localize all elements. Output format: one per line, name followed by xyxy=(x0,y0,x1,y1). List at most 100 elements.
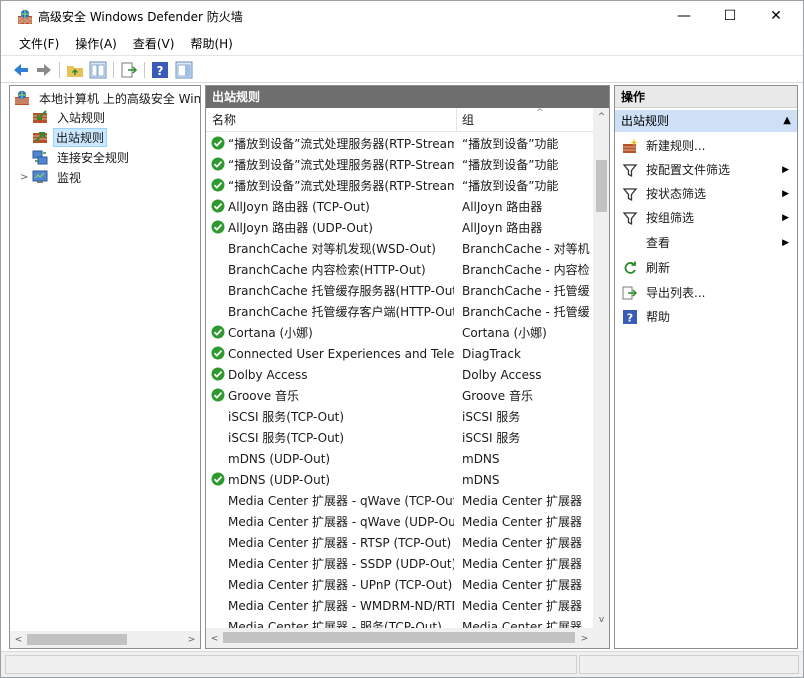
scroll-left-icon[interactable]: < xyxy=(206,630,223,647)
rule-name: Groove 音乐 xyxy=(228,389,299,403)
action-filter-by-profile[interactable]: 按配置文件筛选 ▶ xyxy=(615,158,797,182)
tree-item-connection-security-rules[interactable]: 连接安全规则 xyxy=(32,147,133,167)
rule-group: “播放到设备”功能 xyxy=(462,179,559,193)
rule-group: DiagTrack xyxy=(462,347,521,361)
table-row[interactable]: “播放到设备”流式处理服务器(RTP-Streaming-Out) “播放到设备”… xyxy=(206,155,593,176)
table-row[interactable]: Dolby Access Dolby Access xyxy=(206,365,593,386)
show-action-pane-icon[interactable] xyxy=(175,61,193,79)
table-row[interactable]: AllJoyn 路由器 (UDP-Out) AllJoyn 路由器 xyxy=(206,218,593,239)
show-hide-tree-icon[interactable] xyxy=(89,61,107,79)
status-segment xyxy=(5,655,577,674)
tree-item-label: 入站规则 xyxy=(57,110,106,125)
action-label: 按配置文件筛选 xyxy=(646,163,731,177)
rule-name: BranchCache 内容检索(HTTP-Out) xyxy=(228,263,426,277)
scroll-right-icon[interactable]: > xyxy=(183,631,200,648)
action-view[interactable]: 查看 ▶ xyxy=(615,231,797,255)
table-row[interactable]: “播放到设备”流式处理服务器(RTP-Streaming-Out) “播放到设备”… xyxy=(206,134,593,155)
rule-group: Dolby Access xyxy=(462,368,542,382)
help-icon[interactable]: ? xyxy=(151,61,169,79)
table-row[interactable]: Media Center 扩展器 - WMDRM-ND/RTP/RTCP (UD… xyxy=(206,596,593,617)
tree-item-label: 出站规则 xyxy=(53,127,108,147)
rules-horizontal-scrollbar[interactable]: < > xyxy=(206,628,593,648)
enabled-check-icon xyxy=(211,157,225,171)
export-list-icon[interactable] xyxy=(120,61,138,79)
rule-group: Media Center 扩展器 xyxy=(462,536,583,550)
toolbar-separator xyxy=(59,62,60,78)
table-row[interactable]: Media Center 扩展器 - RTSP (TCP-Out) Media C… xyxy=(206,533,593,554)
filter-icon xyxy=(622,188,638,202)
action-label: 按组筛选 xyxy=(646,211,695,225)
minimize-icon: — xyxy=(677,8,691,24)
scroll-up-icon[interactable]: ^ xyxy=(593,108,609,125)
column-header-group[interactable]: 组 xyxy=(462,112,474,128)
scroll-down-icon[interactable]: v xyxy=(593,611,609,628)
table-row[interactable]: AllJoyn 路由器 (TCP-Out) AllJoyn 路由器 xyxy=(206,197,593,218)
tree-root[interactable]: 本地计算机 上的高级安全 Windows Defender 防火墙 xyxy=(14,88,201,108)
expand-chevron-icon[interactable]: > xyxy=(20,172,30,183)
collapse-caret-icon[interactable]: ▲ xyxy=(783,110,791,132)
table-row[interactable]: BranchCache 内容检索(HTTP-Out) BranchCache - … xyxy=(206,260,593,281)
title-bar[interactable]: 高级安全 Windows Defender 防火墙 — ☐ ✕ xyxy=(1,1,803,33)
menu-file[interactable]: 文件(F) xyxy=(11,34,67,54)
rule-name: Dolby Access xyxy=(228,368,308,382)
forward-arrow-icon[interactable] xyxy=(35,61,53,79)
actions-pane-header: 操作 xyxy=(615,86,797,108)
menu-action[interactable]: 操作(A) xyxy=(67,34,125,54)
scrollbar-thumb[interactable] xyxy=(223,632,575,643)
close-button[interactable]: ✕ xyxy=(753,1,799,31)
scroll-right-icon[interactable]: > xyxy=(576,630,593,647)
rule-name: Media Center 扩展器 - WMDRM-ND/RTP/RTCP (UD… xyxy=(228,599,454,613)
table-row[interactable]: BranchCache 托管缓存服务器(HTTP-Out) BranchCache… xyxy=(206,281,593,302)
actions-section-outbound-rules[interactable]: 出站规则 ▲ xyxy=(615,110,797,132)
actions-section-label: 出站规则 xyxy=(621,114,670,128)
rule-name: Connected User Experiences and Telemetry xyxy=(228,347,454,361)
table-row[interactable]: Media Center 扩展器 - qWave (TCP-Out) Media … xyxy=(206,491,593,512)
action-label: 新建规则... xyxy=(646,139,706,153)
table-row[interactable]: BranchCache 托管缓存客户端(HTTP-Out) BranchCache… xyxy=(206,302,593,323)
table-row[interactable]: Cortana (小娜) Cortana (小娜) xyxy=(206,323,593,344)
table-row[interactable]: Connected User Experiences and Telemetry… xyxy=(206,344,593,365)
action-help[interactable]: ? 帮助 xyxy=(615,305,797,329)
table-row[interactable]: Media Center 扩展器 - 服务(TCP-Out) Media Cent… xyxy=(206,617,593,628)
table-row[interactable]: “播放到设备”流式处理服务器(RTP-Streaming-Out) “播放到设备”… xyxy=(206,176,593,197)
action-refresh[interactable]: 刷新 xyxy=(615,256,797,280)
table-row[interactable]: Groove 音乐 Groove 音乐 xyxy=(206,386,593,407)
back-arrow-icon[interactable] xyxy=(12,61,30,79)
column-divider[interactable] xyxy=(456,108,457,131)
enabled-check-icon xyxy=(211,367,225,381)
table-row[interactable]: Media Center 扩展器 - UPnP (TCP-Out) Media C… xyxy=(206,575,593,596)
column-header-row: 名称 ^ 组 xyxy=(206,108,593,132)
rules-vertical-scrollbar[interactable]: ^ v xyxy=(593,108,609,628)
action-new-rule[interactable]: 新建规则... xyxy=(615,134,797,158)
action-export-list[interactable]: 导出列表... xyxy=(615,281,797,305)
menu-view[interactable]: 查看(V) xyxy=(125,34,183,54)
scrollbar-thumb[interactable] xyxy=(596,160,607,212)
rule-group: AllJoyn 路由器 xyxy=(462,221,543,235)
minimize-button[interactable]: — xyxy=(661,1,707,31)
table-row[interactable]: Media Center 扩展器 - qWave (UDP-Out) Media … xyxy=(206,512,593,533)
scroll-left-icon[interactable]: < xyxy=(10,631,27,648)
maximize-button[interactable]: ☐ xyxy=(707,1,753,31)
up-folder-icon[interactable] xyxy=(66,61,84,79)
tree-root-label: 本地计算机 上的高级安全 Windows Defender 防火墙 xyxy=(39,91,201,106)
table-row[interactable]: mDNS (UDP-Out) mDNS xyxy=(206,470,593,491)
rule-group: AllJoyn 路由器 xyxy=(462,200,543,214)
tree-item-outbound-rules[interactable]: 出站规则 xyxy=(32,127,108,147)
tree-horizontal-scrollbar[interactable]: < > xyxy=(10,631,200,648)
table-row[interactable]: BranchCache 对等机发现(WSD-Out) BranchCache - … xyxy=(206,239,593,260)
table-row[interactable]: mDNS (UDP-Out) mDNS xyxy=(206,449,593,470)
table-row[interactable]: Media Center 扩展器 - SSDP (UDP-Out) Media C… xyxy=(206,554,593,575)
rule-group: Media Center 扩展器 xyxy=(462,494,583,508)
action-filter-by-group[interactable]: 按组筛选 ▶ xyxy=(615,206,797,230)
tree-item-inbound-rules[interactable]: 入站规则 xyxy=(32,107,109,127)
table-row[interactable]: iSCSI 服务(TCP-Out) iSCSI 服务 xyxy=(206,407,593,428)
menu-help[interactable]: 帮助(H) xyxy=(182,34,240,54)
table-row[interactable]: iSCSI 服务(TCP-Out) iSCSI 服务 xyxy=(206,428,593,449)
status-segment xyxy=(579,655,799,674)
monitor-icon xyxy=(32,170,48,183)
rule-group: BranchCache - 托管缓存客户端 xyxy=(462,305,590,319)
column-header-name[interactable]: 名称 xyxy=(212,112,236,128)
scrollbar-thumb[interactable] xyxy=(27,634,127,645)
action-filter-by-state[interactable]: 按状态筛选 ▶ xyxy=(615,182,797,206)
tree-item-monitoring[interactable]: 监视 xyxy=(32,167,85,187)
